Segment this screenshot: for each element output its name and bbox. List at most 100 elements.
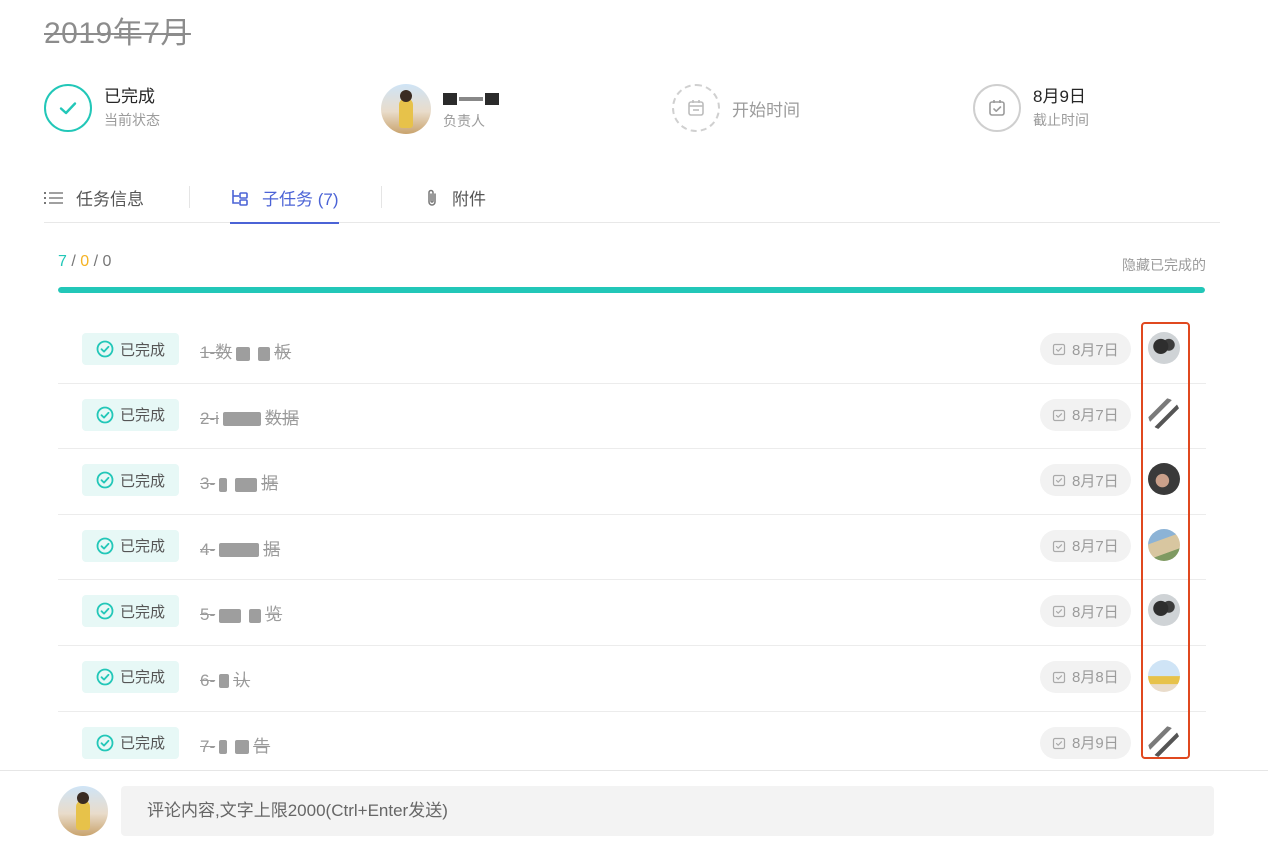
- status-label: 已完成: [120, 407, 166, 425]
- status-badge: 已完成: [82, 660, 180, 693]
- subtask-row[interactable]: 已完成 6- 认 8月8日: [58, 646, 1206, 712]
- redacted-text: [219, 740, 228, 755]
- due-date-pill[interactable]: 8月9日: [1040, 726, 1131, 759]
- subtask-row[interactable]: 已完成 1-数板 8月7日: [58, 318, 1206, 384]
- status-badge: 已完成: [82, 464, 180, 497]
- owner-name-redacted: [443, 87, 499, 109]
- assignee-highlight-box: [1141, 322, 1190, 759]
- due-date: 8月7日: [1072, 603, 1119, 621]
- owner-label: 负责人: [443, 113, 485, 129]
- tab-task-info[interactable]: 任务信息: [44, 172, 144, 223]
- redacted-text: [235, 477, 258, 492]
- calendar-check-icon: [1052, 736, 1066, 750]
- subtask-row[interactable]: 已完成 7- 告 8月9日: [58, 712, 1206, 778]
- start-time-info[interactable]: 开始时间: [672, 84, 800, 132]
- due-date: 8月9日: [1072, 735, 1119, 753]
- task-info-row: 已完成 当前状态 负责人 开始时间 8月9日 截止时间: [44, 84, 1224, 140]
- owner-avatar: [381, 84, 431, 134]
- subtask-title[interactable]: 3- 据: [200, 469, 278, 494]
- calendar-check-icon: [1052, 604, 1066, 618]
- owner-info[interactable]: 负责人: [381, 84, 499, 134]
- due-date-pill[interactable]: 8月7日: [1040, 595, 1131, 628]
- status-label: 已完成: [120, 603, 166, 621]
- calendar-check-icon: [1052, 539, 1066, 553]
- subtask-title[interactable]: 1-数板: [200, 338, 291, 363]
- redacted-text: [249, 608, 262, 623]
- check-circle-icon: [44, 84, 92, 132]
- deadline-value: 8月9日: [1033, 87, 1086, 106]
- subtask-row[interactable]: 已完成 5- 览 8月7日: [58, 580, 1206, 646]
- redacted-text: [219, 608, 242, 623]
- comment-bar: [0, 770, 1268, 842]
- status-label: 已完成: [120, 669, 166, 687]
- due-date: 8月8日: [1072, 669, 1119, 687]
- redacted-text: [219, 674, 230, 689]
- check-circle-icon: [96, 406, 114, 424]
- page-title: 2019年7月: [44, 17, 191, 50]
- progress-fill: [58, 287, 1205, 293]
- redacted-text: [258, 346, 271, 361]
- redacted-text: [222, 412, 261, 427]
- status-value: 已完成: [104, 87, 155, 106]
- current-user-avatar: [58, 786, 108, 836]
- calendar-check-icon: [1052, 342, 1066, 356]
- subtask-title[interactable]: 4- 据: [200, 535, 280, 560]
- due-date-pill[interactable]: 8月7日: [1040, 529, 1131, 562]
- subtask-title[interactable]: 6- 认: [200, 666, 250, 691]
- hide-completed-link[interactable]: 隐藏已完成的: [1122, 255, 1206, 275]
- status-label: 已完成: [120, 735, 166, 753]
- tab-divider: [189, 186, 190, 208]
- status-badge: 已完成: [82, 726, 180, 759]
- due-date: 8月7日: [1072, 341, 1119, 359]
- status-label: 已完成: [120, 472, 166, 490]
- tab-label: 任务信息: [76, 190, 144, 209]
- redacted-text: [236, 346, 251, 361]
- status-badge: 已完成: [82, 595, 180, 628]
- status-label: 已完成: [120, 538, 166, 556]
- progress-bar: [58, 287, 1205, 293]
- calendar-check-icon: [1052, 670, 1066, 684]
- deadline-info[interactable]: 8月9日 截止时间: [973, 84, 1089, 132]
- list-icon: [44, 190, 64, 206]
- tab-bar: 任务信息 子任务 (7) 附件: [44, 172, 1220, 224]
- check-circle-icon: [96, 602, 114, 620]
- due-date-pill[interactable]: 8月7日: [1040, 398, 1131, 431]
- subtask-list: 已完成 1-数板 8月7日 已完成 2-i 数据 8月7日 已完成 3- 据 8月7日 已完成 4- 据 8…: [58, 318, 1206, 777]
- deadline-label: 截止时间: [1033, 112, 1089, 128]
- calendar-check-icon: [973, 84, 1021, 132]
- status-info[interactable]: 已完成 当前状态: [44, 84, 160, 132]
- check-circle-icon: [96, 340, 114, 358]
- due-date-pill[interactable]: 8月7日: [1040, 333, 1131, 365]
- subtask-title[interactable]: 7- 告: [200, 732, 270, 757]
- tab-label: 附件: [452, 190, 486, 209]
- due-date-pill[interactable]: 8月8日: [1040, 660, 1131, 693]
- check-circle-icon: [96, 471, 114, 489]
- status-label: 已完成: [120, 341, 166, 359]
- redacted-text: [235, 740, 250, 755]
- todo-count: 0: [102, 253, 112, 270]
- subtask-title[interactable]: 2-i 数据: [200, 404, 299, 429]
- start-time-placeholder: 开始时间: [732, 100, 800, 120]
- subtask-row[interactable]: 已完成 2-i 数据 8月7日: [58, 384, 1206, 450]
- in-progress-count: 0: [80, 253, 90, 270]
- calendar-check-icon: [1052, 408, 1066, 422]
- status-badge: 已完成: [82, 529, 180, 562]
- tab-attachments[interactable]: 附件: [424, 172, 486, 223]
- subtask-icon: [230, 188, 250, 208]
- status-badge: 已完成: [82, 333, 180, 365]
- subtask-row[interactable]: 已完成 4- 据 8月7日: [58, 515, 1206, 581]
- due-date: 8月7日: [1072, 407, 1119, 425]
- status-label: 当前状态: [104, 112, 160, 128]
- calendar-check-icon: [1052, 473, 1066, 487]
- comment-input[interactable]: [121, 786, 1214, 836]
- calendar-icon: [672, 84, 720, 132]
- tab-subtasks[interactable]: 子任务 (7): [230, 172, 339, 224]
- check-circle-icon: [96, 734, 114, 752]
- tab-label: 子任务 (7): [262, 190, 339, 209]
- status-badge: 已完成: [82, 398, 180, 431]
- due-date: 8月7日: [1072, 472, 1119, 490]
- subtask-row[interactable]: 已完成 3- 据 8月7日: [58, 449, 1206, 515]
- subtask-title[interactable]: 5- 览: [200, 600, 282, 625]
- due-date-pill[interactable]: 8月7日: [1040, 464, 1131, 497]
- check-circle-icon: [96, 668, 114, 686]
